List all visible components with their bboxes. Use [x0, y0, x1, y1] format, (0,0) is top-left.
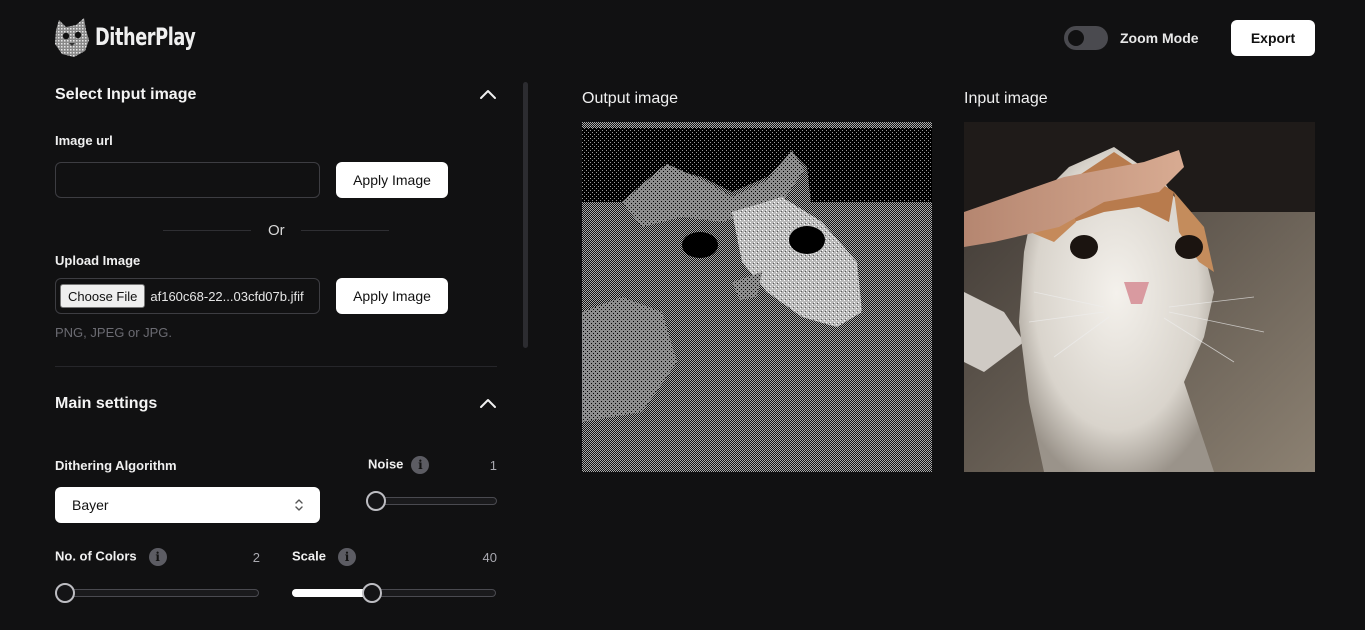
file-upload-field[interactable]: Choose File af160c68-22...03cfd07b.jfif [55, 278, 320, 314]
noise-label: Noise i [368, 456, 430, 474]
or-separator: Or [163, 222, 389, 239]
image-url-label: Image url [55, 133, 113, 148]
apply-uploaded-image-button[interactable]: Apply Image [336, 278, 448, 314]
cat-photo-image [964, 122, 1315, 472]
slider-track [55, 589, 259, 597]
slider-thumb[interactable] [361, 583, 382, 603]
switch-knob [1068, 30, 1084, 46]
info-icon[interactable]: i [411, 456, 430, 474]
sidebar-scrollbar-thumb[interactable] [523, 82, 528, 348]
slider-thumb[interactable] [366, 491, 386, 511]
dithering-algorithm-label: Dithering Algorithm [55, 458, 177, 473]
choose-file-button[interactable]: Choose File [60, 284, 146, 308]
main-settings-title: Main settings [55, 395, 158, 412]
chevron-up-icon[interactable] [479, 88, 497, 100]
or-text: Or [268, 222, 285, 239]
apply-url-image-button[interactable]: Apply Image [336, 162, 448, 198]
dithered-cat-image [582, 122, 932, 472]
scale-value: 40 [482, 550, 497, 565]
zoom-mode-switch[interactable] [1064, 26, 1108, 50]
colors-value: 2 [252, 550, 260, 565]
noise-label-text: Noise [368, 456, 404, 472]
noise-slider[interactable] [366, 491, 497, 511]
chevron-up-icon[interactable] [479, 397, 497, 409]
info-icon[interactable]: i [148, 548, 167, 566]
dithering-algorithm-select[interactable]: Bayer [55, 487, 320, 523]
upload-image-label: Upload Image [55, 253, 141, 268]
input-image [964, 122, 1315, 472]
or-divider-right [301, 230, 389, 231]
colors-label-text: No. of Colors [55, 548, 137, 564]
section-divider [55, 366, 497, 367]
app-root: DitherPlay Zoom Mode Export Select Input… [0, 0, 1365, 630]
export-button[interactable]: Export [1231, 20, 1315, 56]
app-title: DitherPlay [95, 23, 196, 51]
slider-fill [292, 589, 372, 597]
scale-label-text: Scale [292, 548, 326, 564]
selected-file-name: af160c68-22...03cfd07b.jfif [150, 288, 304, 304]
settings-sidebar: Select Input image Image url Apply Image… [55, 80, 497, 630]
zoom-mode-toggle[interactable]: Zoom Mode [1064, 26, 1199, 50]
scale-slider[interactable] [292, 583, 496, 603]
or-divider-left [163, 230, 251, 231]
zoom-mode-label: Zoom Mode [1120, 30, 1199, 46]
image-url-input[interactable] [55, 162, 320, 198]
chevron-updown-icon [295, 499, 303, 511]
formats-hint: PNG, JPEG or JPG. [55, 325, 173, 340]
output-image [582, 122, 932, 472]
info-icon[interactable]: i [337, 548, 356, 566]
colors-slider[interactable] [55, 583, 259, 603]
noise-value: 1 [489, 458, 497, 473]
output-image-label: Output image [582, 90, 679, 107]
app-logo[interactable]: DitherPlay [52, 16, 217, 58]
input-section-title: Select Input image [55, 86, 197, 103]
input-image-label: Input image [964, 90, 1048, 107]
colors-label: No. of Colors i [55, 548, 167, 566]
dithering-algorithm-value: Bayer [72, 497, 109, 513]
scale-label: Scale i [292, 548, 356, 566]
cat-logo-icon [55, 18, 89, 57]
slider-thumb[interactable] [55, 583, 75, 603]
